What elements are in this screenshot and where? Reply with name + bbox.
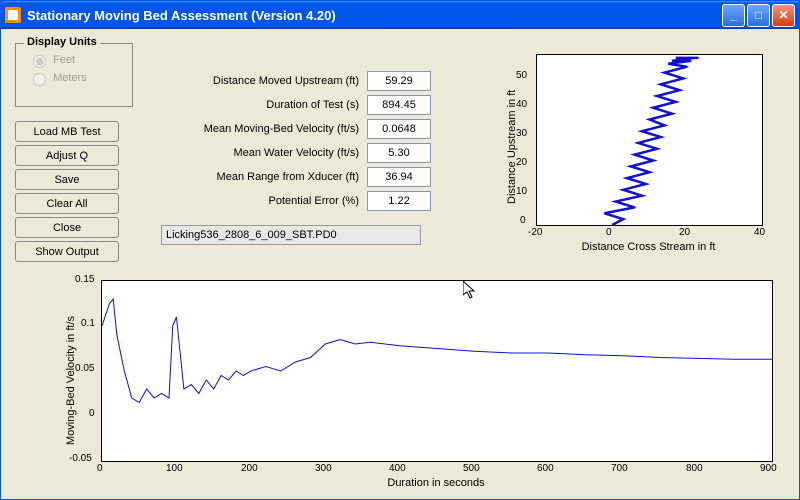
duration-label: Duration of Test (s) [161,99,367,111]
track-xlabel: Distance Cross Stream in ft [536,241,761,253]
vel-xtick: 400 [389,463,406,474]
track-xtick: 20 [679,227,690,238]
track-plot-svg [537,55,762,225]
vel-xlabel: Duration in seconds [101,477,771,489]
vel-xtick: 0 [97,463,103,474]
maximize-button[interactable]: □ [747,4,770,27]
action-buttons: Load MB Test Adjust Q Save Clear All Clo… [15,121,119,265]
app-window: Stationary Moving Bed Assessment (Versio… [0,0,800,500]
track-xtick: -20 [528,227,542,238]
window-title: Stationary Moving Bed Assessment (Versio… [27,8,336,23]
duration-value: 894.45 [367,95,431,115]
wvel-value: 5.30 [367,143,431,163]
vel-xtick: 900 [760,463,777,474]
track-ytick: 0 [520,215,526,226]
perr-value: 1.22 [367,191,431,211]
units-feet-row: Feet [28,52,124,68]
results-fields: Distance Moved Upstream (ft)59.29 Durati… [161,69,431,213]
show-output-button[interactable]: Show Output [15,241,119,262]
vel-ytick: 0.1 [81,318,95,329]
vel-xtick: 300 [315,463,332,474]
save-button[interactable]: Save [15,169,119,190]
track-ytick: 30 [516,128,527,139]
dist-up-value: 59.29 [367,71,431,91]
velocity-plot-svg [102,281,772,461]
vel-ylabel: Moving-Bed Velocity in ft/s [65,316,77,445]
close-button[interactable]: Close [15,217,119,238]
units-feet-label: Feet [53,54,75,66]
velocity-plot: Moving-Bed Velocity in ft/s Duration in … [61,275,781,495]
range-label: Mean Range from Xducer (ft) [161,171,367,183]
vel-ytick: 0.15 [75,274,94,285]
track-ytick: 40 [516,99,527,110]
track-ytick: 50 [516,70,527,81]
wvel-label: Mean Water Velocity (ft/s) [161,147,367,159]
vel-xtick: 100 [166,463,183,474]
load-mb-test-button[interactable]: Load MB Test [15,121,119,142]
clear-all-button[interactable]: Clear All [15,193,119,214]
velocity-plot-axes [101,280,773,462]
vel-xtick: 700 [611,463,628,474]
vel-ytick: 0 [89,408,95,419]
mbvel-label: Mean Moving-Bed Velocity (ft/s) [161,123,367,135]
dist-up-label: Distance Moved Upstream (ft) [161,75,367,87]
vel-ytick: -0.05 [69,453,92,464]
vel-xtick: 200 [241,463,258,474]
vel-xtick: 500 [463,463,480,474]
app-icon [5,7,21,23]
units-meters-radio[interactable] [33,73,46,86]
track-plot-axes [536,54,763,226]
minimize-button[interactable]: _ [722,4,745,27]
vel-ytick: 0.05 [75,363,94,374]
display-units-group: Display Units Feet Meters [15,43,133,107]
track-plot: Distance Upstream in ft Distance Cross S… [496,49,776,259]
track-xtick: 40 [754,227,765,238]
range-value: 36.94 [367,167,431,187]
titlebar: Stationary Moving Bed Assessment (Versio… [1,1,799,29]
units-meters-row: Meters [28,70,124,86]
track-ytick: 10 [516,186,527,197]
units-meters-label: Meters [53,72,87,84]
perr-label: Potential Error (%) [161,195,367,207]
display-units-legend: Display Units [24,36,100,48]
content-area: Display Units Feet Meters Load MB Test A… [1,29,799,499]
track-xtick: 0 [606,227,612,238]
adjust-q-button[interactable]: Adjust Q [15,145,119,166]
window-close-button[interactable]: ✕ [772,4,795,27]
filename-box: Licking536_2808_6_009_SBT.PD0 [161,225,421,245]
track-ytick: 20 [516,157,527,168]
units-feet-radio[interactable] [33,55,46,68]
vel-xtick: 800 [686,463,703,474]
mbvel-value: 0.0648 [367,119,431,139]
vel-xtick: 600 [537,463,554,474]
